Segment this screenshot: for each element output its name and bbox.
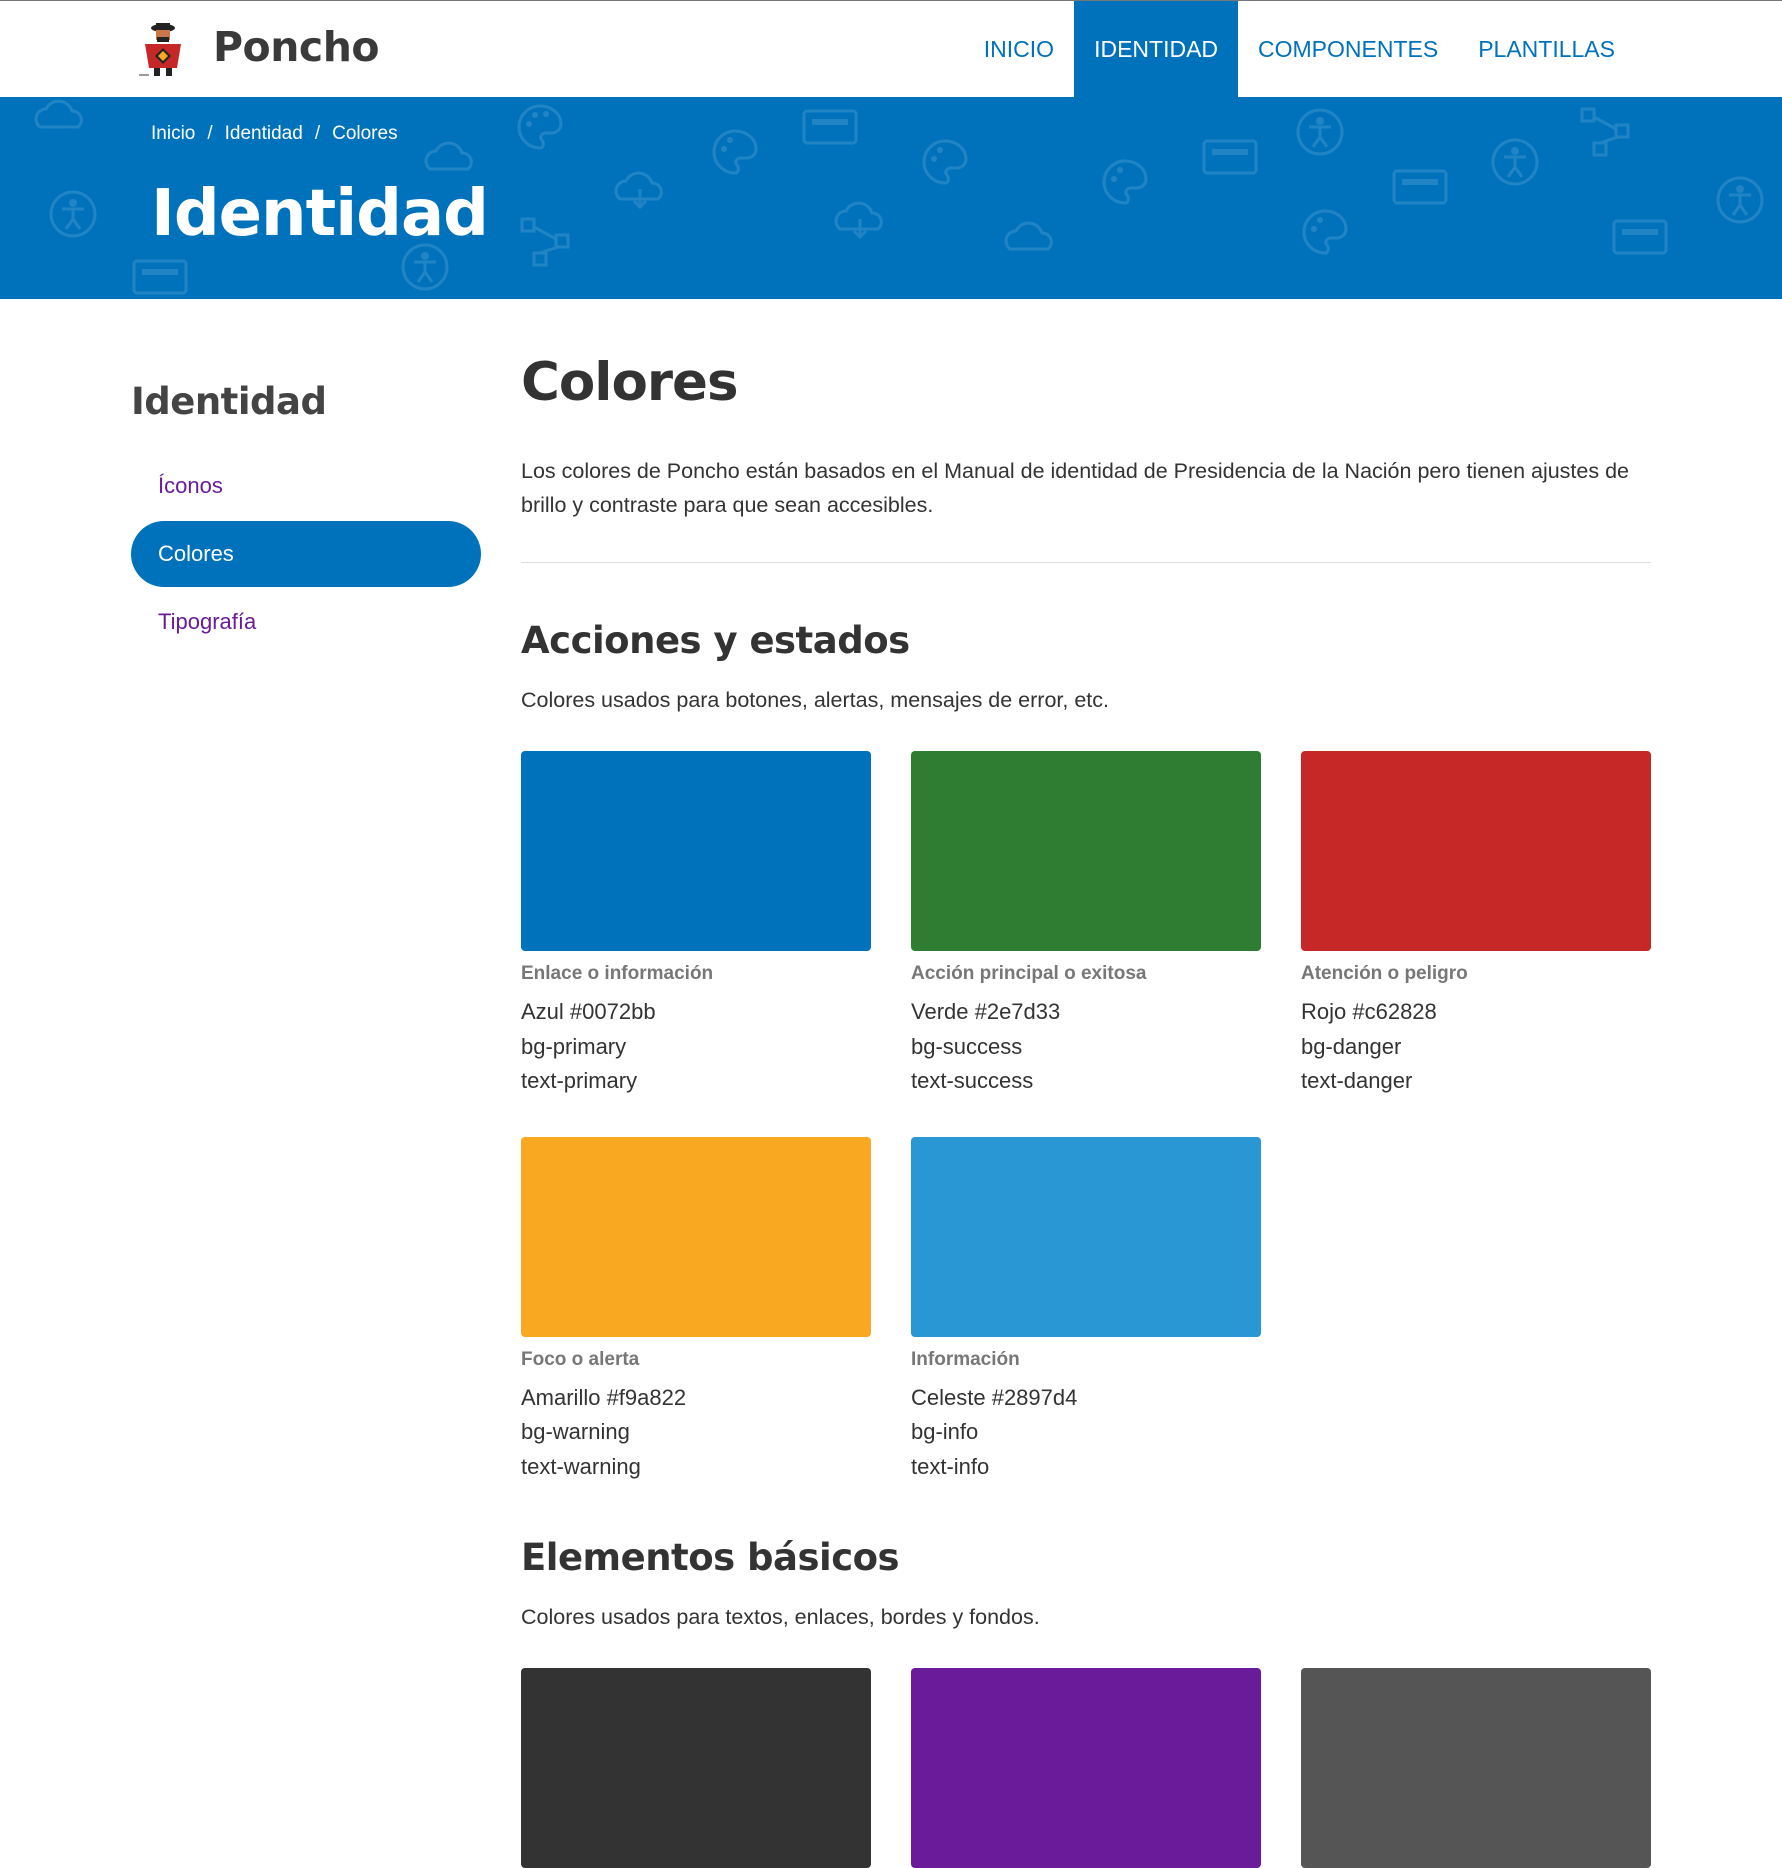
color-label: Acción principal o exitosa: [911, 963, 1147, 984]
color-card-azul: Enlace o información Azul #0072bb bg-pri…: [521, 751, 871, 1099]
monitor-icon: [802, 109, 858, 145]
palette-icon: [1302, 209, 1348, 255]
color-name: Verde #2e7d33: [911, 999, 1061, 1024]
hero-banner: Inicio / Identidad / Colores Identidad: [0, 97, 1782, 299]
section-subtitle-acciones: Colores usados para botones, alertas, me…: [521, 688, 1109, 712]
color-card-celeste: Información Celeste #2897d4 bg-info text…: [911, 1136, 1261, 1485]
color-text-class: text-success: [911, 1068, 1034, 1093]
color-card-verde: Acción principal o exitosa Verde #2e7d33…: [911, 751, 1261, 1099]
color-name: Amarillo #f9a822: [521, 1384, 687, 1410]
color-bg-class: bg-danger: [1301, 1033, 1402, 1059]
color-swatch-gris: [1301, 1668, 1651, 1868]
color-swatch-amarillo: [521, 1136, 871, 1337]
color-swatch-gris-oscuro: [521, 1668, 871, 1868]
palette-icon: [712, 129, 758, 175]
breadcrumb: Inicio / Identidad / Colores: [151, 123, 398, 145]
palette-icon: [517, 104, 563, 150]
color-bg-class: bg-info: [911, 1419, 979, 1444]
nav-item-identidad[interactable]: IDENTIDAD: [1074, 1, 1239, 98]
monitor-icon: [1202, 139, 1258, 175]
nav-item-componentes[interactable]: COMPONENTES: [1238, 1, 1458, 98]
palette-icon: [1102, 159, 1148, 205]
main-nav: INICIO IDENTIDAD COMPONENTES PLANTILLAS: [964, 1, 1635, 98]
color-bg-class: bg-success: [911, 1033, 1023, 1059]
monitor-icon: [1392, 169, 1448, 205]
color-bg-class: bg-warning: [521, 1419, 630, 1444]
swatch-grid-acciones: Enlace o información Azul #0072bb bg-pri…: [521, 751, 1651, 1484]
brand-name[interactable]: Poncho: [213, 23, 380, 71]
color-label: Enlace o información: [521, 963, 714, 984]
color-swatch-verde: [911, 751, 1261, 951]
color-card-amarillo: Foco o alerta Amarillo #f9a822 bg-warnin…: [521, 1136, 871, 1485]
color-swatch-rojo: [1301, 751, 1651, 951]
color-text-class: text-danger: [1301, 1068, 1413, 1093]
color-text-class: text-warning: [521, 1453, 641, 1479]
cloud-icon: [424, 141, 473, 171]
color-swatch-azul: [521, 751, 871, 951]
color-label: Atención o peligro: [1301, 963, 1468, 984]
nav-item-inicio[interactable]: INICIO: [964, 1, 1074, 98]
network-icon: [1580, 107, 1630, 157]
breadcrumb-separator: /: [314, 123, 321, 144]
nav-item-plantillas[interactable]: PLANTILLAS: [1458, 1, 1635, 98]
sidebar-item-iconos[interactable]: Íconos: [131, 453, 481, 519]
accessibility-icon: [1716, 176, 1764, 224]
color-bg-class: bg-primary: [521, 1033, 627, 1059]
color-name: Azul #0072bb: [521, 999, 656, 1024]
network-icon: [520, 217, 570, 267]
sidebar-title: Identidad: [131, 380, 327, 423]
hero-title: Identidad: [151, 177, 489, 251]
color-swatch-violeta: [911, 1668, 1261, 1868]
breadcrumb-item-colores: Colores: [332, 123, 398, 144]
sidebar-item-colores[interactable]: Colores: [131, 521, 481, 587]
divider: [521, 562, 1651, 563]
cloud-icon: [34, 99, 83, 129]
color-card-rojo: Atención o peligro Rojo #c62828 bg-dange…: [1301, 751, 1651, 1099]
breadcrumb-separator: /: [207, 123, 213, 144]
color-name: Rojo #c62828: [1301, 999, 1437, 1024]
cloud-download-icon: [614, 171, 663, 210]
monitor-icon: [1612, 219, 1668, 255]
breadcrumb-item-identidad[interactable]: Identidad: [225, 123, 303, 145]
page-title: Colores: [521, 352, 739, 413]
cloud-download-icon: [834, 201, 883, 240]
color-text-class: text-info: [911, 1453, 990, 1479]
breadcrumb-item-inicio[interactable]: Inicio: [151, 123, 195, 145]
color-label: Foco o alerta: [521, 1348, 640, 1370]
main-content: Colores Los colores de Poncho están basa…: [521, 352, 1651, 1868]
swatch-grid-elementos: [521, 1668, 1651, 1868]
page-lead: Los colores de Poncho están basados en e…: [521, 459, 1630, 517]
cloud-icon: [1004, 221, 1053, 251]
color-text-class: text-primary: [521, 1068, 638, 1093]
color-name: Celeste #2897d4: [911, 1384, 1078, 1410]
top-navbar: Poncho INICIO IDENTIDAD COMPONENTES PLAN…: [0, 0, 1782, 98]
section-title-elementos: Elementos básicos: [521, 1536, 900, 1579]
section-title-acciones: Acciones y estados: [521, 619, 910, 662]
accessibility-icon: [49, 190, 97, 238]
sidebar: Identidad Íconos Colores Tipografía: [131, 380, 481, 657]
color-label: Información: [911, 1348, 1020, 1370]
poncho-logo-icon[interactable]: [137, 20, 189, 80]
accessibility-icon: [1296, 108, 1344, 156]
palette-icon: [922, 139, 968, 185]
accessibility-icon: [1491, 138, 1539, 186]
color-swatch-celeste: [911, 1136, 1261, 1337]
monitor-icon: [132, 259, 188, 295]
sidebar-item-tipografia[interactable]: Tipografía: [131, 589, 481, 655]
section-subtitle-elementos: Colores usados para textos, enlaces, bor…: [521, 1605, 1040, 1629]
